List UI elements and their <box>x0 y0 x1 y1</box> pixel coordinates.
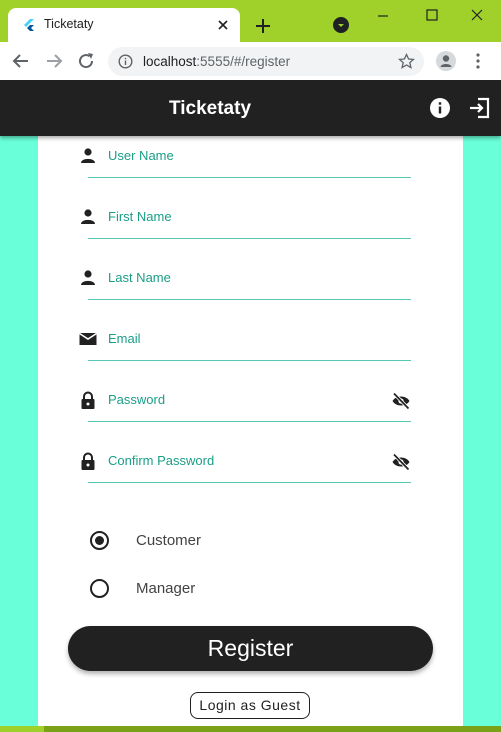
password-field[interactable]: Password <box>78 380 411 430</box>
field-label: User Name <box>108 148 174 163</box>
field-label: Last Name <box>108 270 171 285</box>
first-name-field[interactable]: First Name <box>78 197 411 247</box>
close-tab-icon[interactable] <box>214 16 232 34</box>
login-as-guest-button[interactable]: Login as Guest <box>190 692 310 719</box>
tab-title: Ticketaty <box>44 17 94 31</box>
browser-toolbar: localhost:5555/#/register <box>0 42 501 80</box>
app-bar: Ticketaty <box>0 80 501 136</box>
bookmark-star-icon[interactable] <box>398 53 415 70</box>
confirm-password-field[interactable]: Confirm Password <box>78 441 411 491</box>
browser-tabstrip: Ticketaty <box>0 0 501 42</box>
tab-search-icon[interactable] <box>333 17 349 33</box>
minimize-icon[interactable] <box>368 6 398 26</box>
radio-unselected-icon[interactable] <box>90 579 109 598</box>
field-underline <box>88 177 411 178</box>
field-underline <box>88 360 411 361</box>
field-underline <box>88 238 411 239</box>
back-icon[interactable] <box>10 50 32 72</box>
person-icon <box>81 148 95 163</box>
user-name-field[interactable]: User Name <box>78 136 411 186</box>
radio-label: Manager <box>136 580 196 597</box>
address-bar[interactable]: localhost:5555/#/register <box>108 47 424 76</box>
visibility-off-icon[interactable] <box>391 391 411 411</box>
field-underline <box>88 299 411 300</box>
role-radio-customer[interactable]: Customer <box>90 528 290 554</box>
visibility-off-icon[interactable] <box>391 452 411 472</box>
info-icon[interactable] <box>428 96 452 120</box>
close-window-icon[interactable] <box>462 6 492 26</box>
person-icon <box>81 209 95 224</box>
url-text: localhost:5555/#/register <box>143 54 291 69</box>
radio-label: Customer <box>136 532 202 549</box>
app-viewport: Ticketaty User Name First Name Last Name… <box>0 80 501 726</box>
field-underline <box>88 421 411 422</box>
email-field[interactable]: Email <box>78 319 411 369</box>
role-radio-manager[interactable]: Manager <box>90 576 290 602</box>
logout-icon[interactable] <box>468 96 492 120</box>
field-label: First Name <box>108 209 172 224</box>
person-icon <box>81 270 95 285</box>
field-label: Password <box>108 392 166 407</box>
forward-icon[interactable] <box>43 50 65 72</box>
new-tab-icon[interactable] <box>252 15 274 37</box>
browser-tab[interactable]: Ticketaty <box>8 8 240 42</box>
app-title: Ticketaty <box>168 98 252 119</box>
site-info-icon[interactable] <box>118 54 133 69</box>
lock-icon <box>81 391 95 409</box>
flutter-icon <box>24 19 34 31</box>
field-label: Email <box>108 331 141 346</box>
email-icon <box>79 332 97 345</box>
last-name-field[interactable]: Last Name <box>78 258 411 308</box>
field-underline <box>88 482 411 483</box>
window-bottom-border <box>0 726 501 732</box>
reload-icon[interactable] <box>75 50 97 72</box>
profile-avatar-icon[interactable] <box>436 51 456 71</box>
maximize-icon[interactable] <box>417 6 447 26</box>
menu-dots-icon[interactable] <box>470 51 486 71</box>
register-button[interactable]: Register <box>68 626 433 671</box>
field-label: Confirm Password <box>108 453 215 468</box>
register-form-card: User Name First Name Last Name Email Pas… <box>38 136 463 726</box>
radio-selected-icon[interactable] <box>90 531 109 550</box>
lock-icon <box>81 452 95 470</box>
